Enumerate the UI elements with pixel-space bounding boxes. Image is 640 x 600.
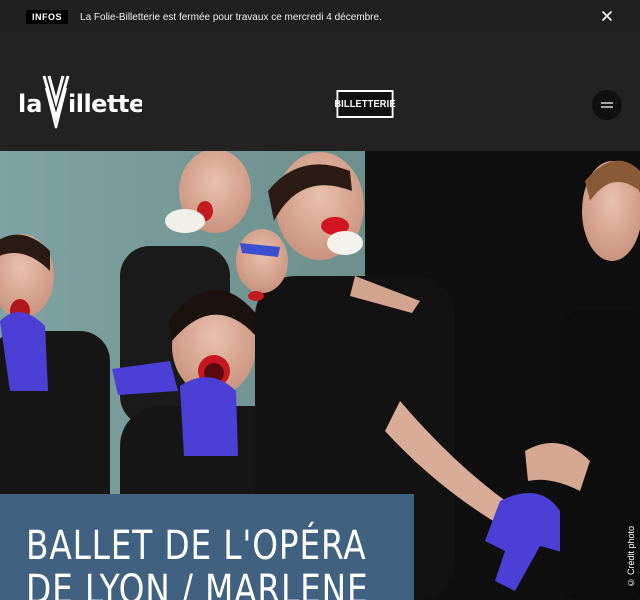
close-icon[interactable] — [600, 9, 614, 23]
hero-banner[interactable]: BALLET DE L'OPÉRA DE LYON / MARLENE © Cr… — [0, 151, 640, 600]
event-title[interactable]: BALLET DE L'OPÉRA DE LYON / MARLENE — [26, 524, 411, 600]
info-message: La Folie-Billetterie est fermée pour tra… — [80, 11, 382, 23]
menu-icon[interactable] — [592, 90, 622, 120]
info-bar: INFOS La Folie-Billetterie est fermée po… — [0, 0, 640, 34]
svg-text:illette: illette — [68, 90, 142, 118]
site-header: la illette BILLETTERIE — [0, 34, 640, 151]
billetterie-button[interactable]: BILLETTERIE — [334, 90, 395, 118]
title-card[interactable]: BALLET DE L'OPÉRA DE LYON / MARLENE — [0, 494, 414, 600]
photo-credit: © Crédit photo — [626, 526, 636, 588]
la-villette-logo[interactable]: la illette — [18, 74, 145, 130]
info-badge: INFOS — [26, 10, 69, 24]
svg-text:la: la — [18, 90, 42, 118]
